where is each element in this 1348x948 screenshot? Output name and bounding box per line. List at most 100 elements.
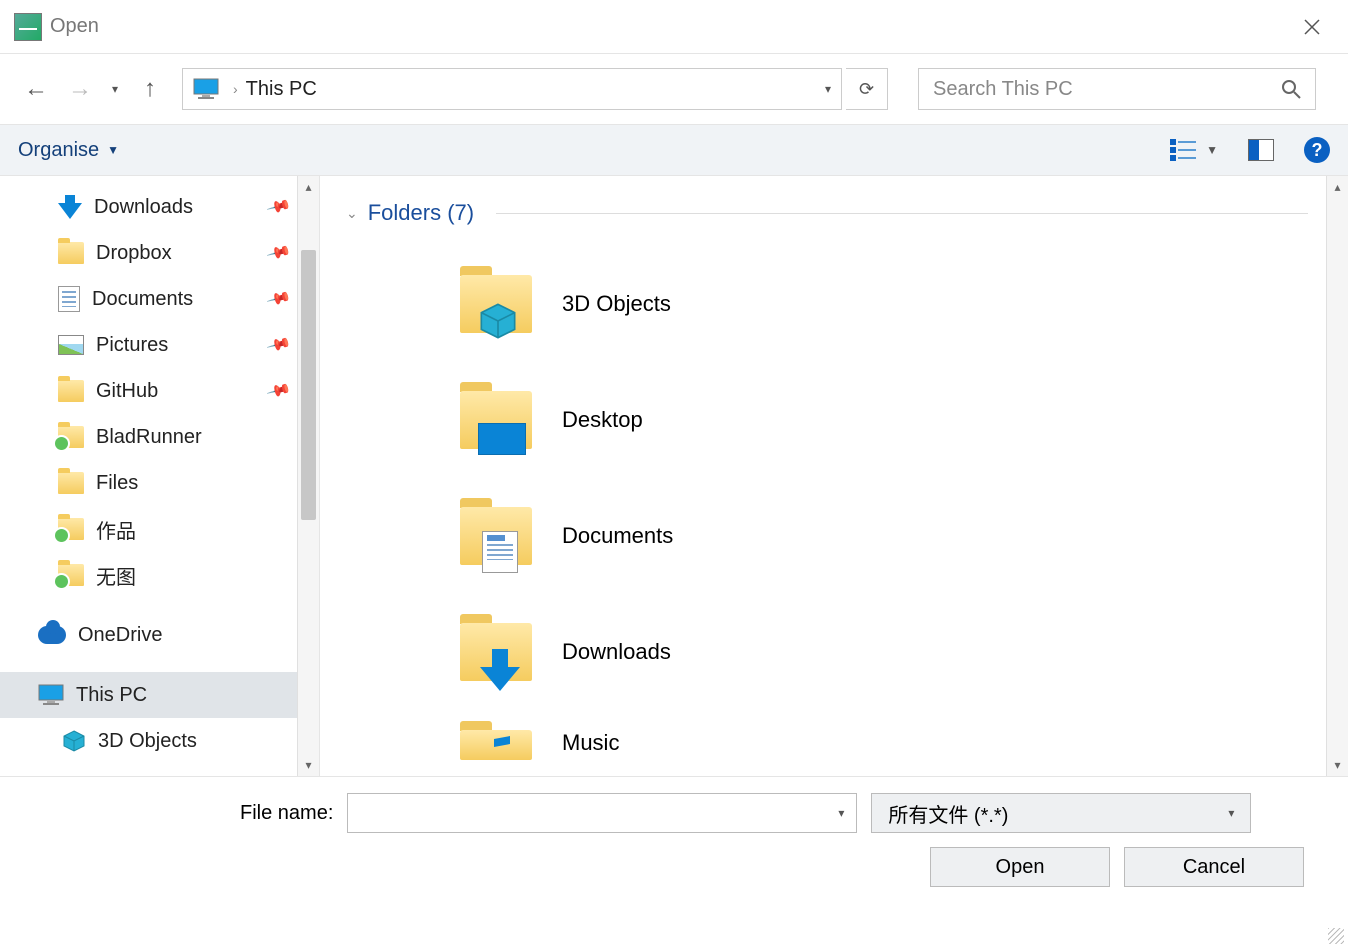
file-type-filter[interactable]: 所有文件 (*.*) ▾ xyxy=(871,793,1251,833)
help-button[interactable]: ? xyxy=(1304,137,1330,163)
sidebar-item-label: 作品 xyxy=(96,515,136,544)
search-icon xyxy=(1281,79,1301,99)
search-input[interactable]: Search This PC xyxy=(918,68,1316,110)
sidebar-item-wutu[interactable]: 无图 xyxy=(0,552,319,598)
sidebar-item-zuopin[interactable]: 作品 xyxy=(0,506,319,552)
folder-icon xyxy=(460,623,532,681)
folder-icon xyxy=(460,730,532,760)
organise-label: Organise xyxy=(18,139,99,162)
filter-label: 所有文件 (*.*) xyxy=(888,799,1008,828)
navigation-tree: Downloads 📌 Dropbox 📌 Documents 📌 Pictur… xyxy=(0,176,320,776)
close-button[interactable] xyxy=(1282,0,1342,54)
pin-icon: 📌 xyxy=(265,331,292,358)
folder-icon xyxy=(460,507,532,565)
section-header-folders[interactable]: ⌄ Folders (7) xyxy=(330,200,1348,226)
chevron-down-icon: ▼ xyxy=(1206,143,1218,157)
chevron-down-icon[interactable]: ▾ xyxy=(838,806,844,820)
download-icon xyxy=(480,649,520,691)
sidebar-item-pictures[interactable]: Pictures 📌 xyxy=(0,322,319,368)
cube-icon xyxy=(62,729,86,753)
sidebar-item-label: OneDrive xyxy=(78,624,162,647)
sidebar-item-documents[interactable]: Documents 📌 xyxy=(0,276,319,322)
back-button[interactable]: ← xyxy=(16,69,56,109)
search-placeholder: Search This PC xyxy=(933,78,1281,101)
sidebar-item-dropbox[interactable]: Dropbox 📌 xyxy=(0,230,319,276)
pane-icon xyxy=(1249,140,1259,160)
chevron-down-icon: ▼ xyxy=(107,143,119,157)
folder-icon xyxy=(58,380,84,402)
folder-label: Documents xyxy=(562,523,673,549)
cancel-button[interactable]: Cancel xyxy=(1124,847,1304,887)
open-label: Open xyxy=(996,856,1045,879)
chevron-down-icon: ▾ xyxy=(1228,806,1234,820)
address-dropdown-icon[interactable]: ▾ xyxy=(825,82,831,96)
scroll-down-icon: ▾ xyxy=(305,758,311,772)
scroll-up-icon: ▴ xyxy=(305,180,311,194)
folder-item-documents[interactable]: Documents xyxy=(460,478,1348,594)
pin-icon: 📌 xyxy=(265,193,292,220)
folder-item-music[interactable]: Music xyxy=(460,710,1348,760)
sidebar-item-github[interactable]: GitHub 📌 xyxy=(0,368,319,414)
this-pc-icon xyxy=(38,684,64,706)
chevron-down-icon: ⌄ xyxy=(346,205,358,222)
sidebar-item-label: BladRunner xyxy=(96,426,202,449)
address-bar[interactable]: › This PC ▾ xyxy=(182,68,842,110)
refresh-icon: ⟳ xyxy=(859,79,874,100)
folder-item-downloads[interactable]: Downloads xyxy=(460,594,1348,710)
forward-button[interactable]: → xyxy=(60,69,100,109)
scroll-down-icon: ▾ xyxy=(1334,758,1340,772)
sidebar-item-label: Dropbox xyxy=(96,242,172,265)
synced-folder-icon xyxy=(58,518,84,540)
view-options-icon xyxy=(1170,139,1196,161)
sidebar-scrollbar[interactable]: ▴ ▾ xyxy=(297,176,319,776)
sidebar-item-3d-objects[interactable]: 3D Objects xyxy=(0,718,319,764)
folder-icon xyxy=(58,472,84,494)
cube-icon xyxy=(478,301,518,341)
folder-icon xyxy=(58,242,84,264)
folder-item-desktop[interactable]: Desktop xyxy=(460,362,1348,478)
preview-pane-button[interactable] xyxy=(1248,139,1274,161)
up-button[interactable]: ↑ xyxy=(130,69,170,109)
recent-locations-button[interactable]: ▾ xyxy=(104,69,126,109)
main-area: Downloads 📌 Dropbox 📌 Documents 📌 Pictur… xyxy=(0,176,1348,776)
arrow-left-icon: ← xyxy=(24,75,48,103)
document-icon xyxy=(482,531,518,573)
close-icon xyxy=(1303,18,1321,36)
sidebar-item-bladrunner[interactable]: BladRunner xyxy=(0,414,319,460)
sidebar-item-files[interactable]: Files xyxy=(0,460,319,506)
sidebar-item-downloads[interactable]: Downloads 📌 xyxy=(0,184,319,230)
content-scrollbar[interactable]: ▴ ▾ xyxy=(1326,176,1348,776)
pin-icon: 📌 xyxy=(265,285,292,312)
document-icon xyxy=(58,286,80,312)
scrollbar-thumb[interactable] xyxy=(301,250,316,520)
view-options-button[interactable]: ▼ xyxy=(1170,139,1218,161)
resize-grip[interactable] xyxy=(1328,928,1344,944)
sidebar-item-onedrive[interactable]: OneDrive xyxy=(0,612,319,658)
cloud-icon xyxy=(38,626,66,644)
this-pc-icon xyxy=(193,78,219,100)
music-icon xyxy=(484,734,514,774)
file-name-label: File name: xyxy=(240,802,333,825)
sidebar-item-label: 无图 xyxy=(96,561,136,590)
arrow-right-icon: → xyxy=(68,75,92,103)
synced-folder-icon xyxy=(58,564,84,586)
bottom-panel: File name: ▾ 所有文件 (*.*) ▾ Open Cancel xyxy=(0,776,1348,905)
desktop-icon xyxy=(478,423,526,455)
picture-icon xyxy=(58,335,84,355)
refresh-button[interactable]: ⟳ xyxy=(846,68,888,110)
organise-menu[interactable]: Organise ▼ xyxy=(18,139,119,162)
folder-icon xyxy=(460,275,532,333)
sidebar-item-label: This PC xyxy=(76,684,147,707)
file-name-input[interactable]: ▾ xyxy=(347,793,857,833)
arrow-up-icon: ↑ xyxy=(144,75,156,103)
toolbar: Organise ▼ ▼ ? xyxy=(0,124,1348,176)
open-button[interactable]: Open xyxy=(930,847,1110,887)
sidebar-item-this-pc[interactable]: This PC xyxy=(0,672,319,718)
folder-item-3d-objects[interactable]: 3D Objects xyxy=(460,246,1348,362)
synced-folder-icon xyxy=(58,426,84,448)
folder-label: 3D Objects xyxy=(562,291,671,317)
breadcrumb-location[interactable]: This PC xyxy=(246,78,317,101)
folder-label: Music xyxy=(562,730,619,760)
breadcrumb-separator-icon: › xyxy=(233,81,238,97)
content-area: ⌄ Folders (7) 3D Objects Desktop xyxy=(320,176,1348,776)
